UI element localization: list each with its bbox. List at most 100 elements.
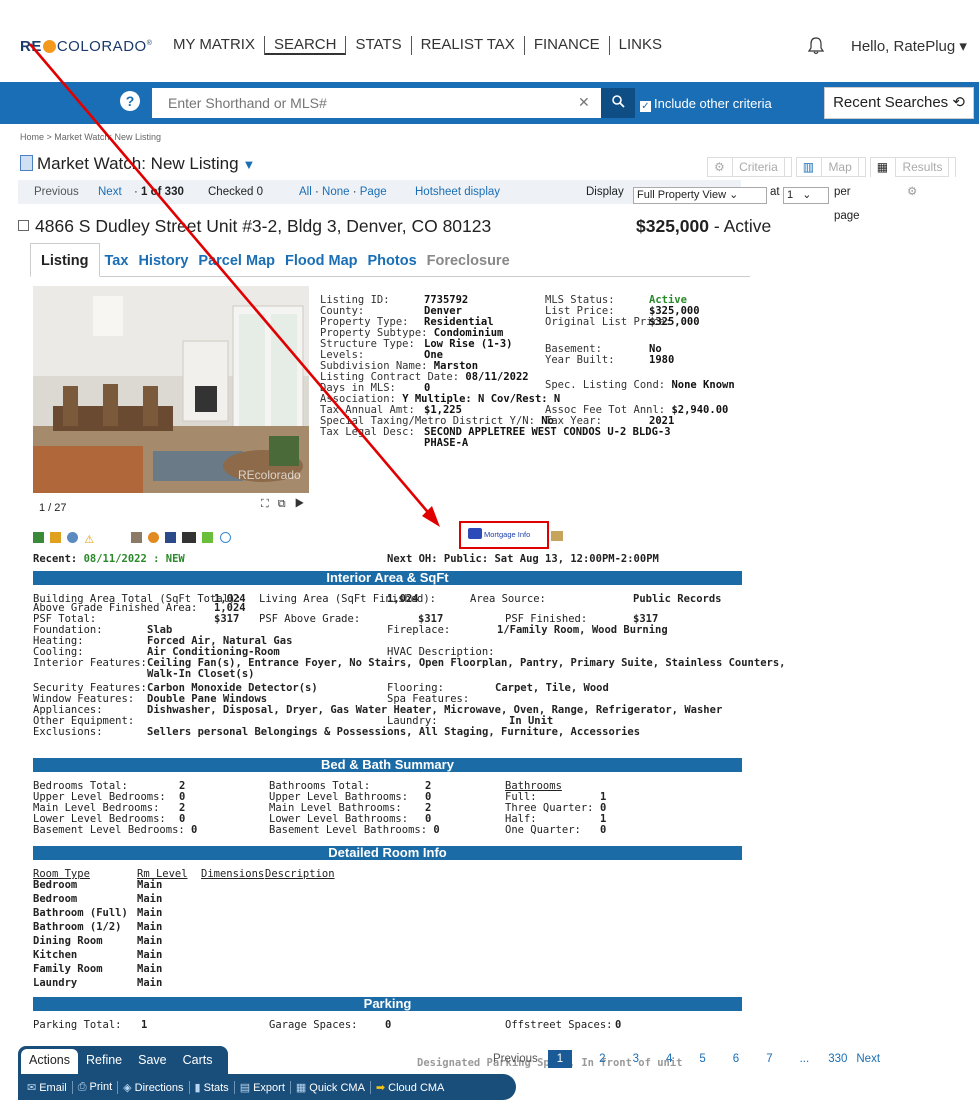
tab-save[interactable]: Save [130,1046,175,1074]
tab-carts[interactable]: Carts [175,1046,221,1074]
document-tool-icon[interactable] [50,532,62,543]
select-page-link[interactable]: Page [360,186,387,198]
search-bar: ? ✕ ✓Include other criteria Recent Searc… [0,82,979,124]
export-icon: ▤ [239,1081,251,1094]
bottom-pager: Previous 1 2 3 4 5 6 7 ... 330 Next [493,1050,893,1068]
directions-button[interactable]: ◈ Directions [118,1080,190,1094]
next-photo-icon[interactable]: ▶ [295,498,314,510]
print-button[interactable]: ⎙ Print [73,1080,119,1094]
listing-checkbox[interactable] [18,220,29,231]
smiley-icon[interactable] [219,532,231,543]
leaf-icon[interactable] [202,532,214,543]
next-link[interactable]: Next [98,180,122,204]
tab-history[interactable]: History [133,243,193,277]
stats-icon: ▮ [194,1081,201,1094]
select-all-link[interactable]: All [299,186,312,198]
recolorado-logo[interactable]: RE COLORADO® [20,38,152,55]
user-menu[interactable]: Hello, RatePlug ▾ [851,37,967,55]
tab-photos[interactable]: Photos [363,243,422,277]
pager-page-7[interactable]: 7 [766,1053,772,1065]
photo-counter: 1 / 27 [39,502,67,514]
menu-search[interactable]: SEARCH [264,36,347,55]
extra-tool-icon[interactable] [551,531,563,541]
recent-searches-button[interactable]: Recent Searches ⟲ [824,87,974,119]
include-other-criteria[interactable]: ✓ Include other criteria [640,96,772,112]
search-button[interactable] [601,88,635,118]
cma-icon[interactable] [182,532,197,543]
arrow-right-icon: ➡ [375,1081,386,1094]
display-label: Display [586,186,624,198]
at-label: at [770,186,780,198]
pager-previous[interactable]: Previous [493,1053,538,1065]
mortgage-icon [468,528,482,539]
menu-my-matrix[interactable]: MY MATRIX [164,36,265,55]
action-buttons: ✉ Email ⎙ Print ◈ Directions ▮ Stats ▤ Export… [18,1074,516,1100]
print-icon: ⎙ [77,1080,87,1093]
photo-tool-icon[interactable] [33,532,44,543]
checked-count: Checked 0 [208,186,263,198]
qr-icon[interactable] [165,532,177,543]
expand-icon[interactable]: ⛶ [261,498,278,510]
tab-results[interactable]: ▦ Results [869,157,957,177]
tab-listing[interactable]: Listing [30,243,100,277]
mortgage-info-button[interactable]: Mortgage Info [459,521,549,549]
view-tabs: ⚙ Criteria ▥ Map ▦ Results [703,157,957,177]
pager-page-last[interactable]: 330 [828,1053,847,1065]
settings-icon[interactable]: ⚙ [907,180,917,204]
photo-navigation: 1 / 27 ⛶⧉▶ [33,494,309,516]
cloud-cma-button[interactable]: ➡ Cloud CMA [371,1081,449,1094]
include-checkbox[interactable]: ✓ [640,101,651,112]
pager-page-4[interactable]: 4 [666,1053,672,1065]
pager-page-1[interactable]: 1 [547,1050,573,1068]
menu-realist-tax[interactable]: REALIST TAX [412,36,525,55]
globe-icon[interactable] [67,532,79,543]
listing-photo[interactable]: REcolorado [33,286,309,493]
pager-ellipsis: ... [799,1053,810,1065]
bell-icon[interactable] [807,37,825,60]
hotsheet-link[interactable]: Hotsheet display [415,180,500,204]
clear-icon[interactable]: ✕ [578,94,590,111]
previous-link[interactable]: Previous [34,180,79,204]
section-interior-header: Interior Area & SqFt [33,571,742,585]
listing-price: $325,000 - Active [636,216,772,236]
search-input[interactable] [152,88,601,118]
tab-refine[interactable]: Refine [78,1046,130,1074]
tab-parcel-map[interactable]: Parcel Map [193,243,280,277]
share-icon[interactable] [148,532,160,543]
help-icon[interactable]: ? [120,91,140,111]
breadcrumb[interactable]: Home > Market Watch: New Listing [20,132,161,142]
pager-page-2[interactable]: 2 [599,1053,605,1065]
menu-links[interactable]: LINKS [610,36,671,55]
menu-finance[interactable]: FINANCE [525,36,610,55]
tab-tax[interactable]: Tax [100,243,134,277]
page-title: Market Watch: New Listing ▼ [20,154,255,174]
logo-sun-icon [42,40,56,53]
per-page-select[interactable]: 1 ⌄ [783,183,829,207]
recent-status: Recent: 08/11/2022 : NEW [33,553,185,565]
quick-cma-button[interactable]: ▦ Quick CMA [291,1080,371,1094]
title-dropdown-icon[interactable]: ▼ [243,157,256,172]
export-button[interactable]: ▤ Export [235,1080,291,1094]
pager-page-3[interactable]: 3 [633,1053,639,1065]
popout-icon[interactable]: ⧉ [278,498,295,510]
pager-page-5[interactable]: 5 [699,1053,705,1065]
pager-page-6[interactable]: 6 [733,1053,739,1065]
actions-tabs: Actions Refine Save Carts [18,1046,228,1074]
photo-watermark: REcolorado [238,468,301,482]
tab-map[interactable]: ▥ Map [795,157,866,177]
display-select[interactable]: Full Property View ⌄ [633,183,767,207]
tab-criteria[interactable]: ⚙ Criteria [707,157,792,177]
email-button[interactable]: ✉ Email [22,1080,73,1094]
menu-stats[interactable]: STATS [346,36,412,55]
listing-tools: ⚠ [33,532,234,546]
pager-next[interactable]: Next [856,1053,880,1065]
section-bedbath-header: Bed & Bath Summary [33,758,742,772]
quick-cma-icon: ▦ [295,1081,307,1094]
stats-button[interactable]: ▮ Stats [190,1080,235,1094]
select-none-link[interactable]: None [322,186,350,198]
tab-foreclosure[interactable]: Foreclosure [422,243,515,277]
warning-icon[interactable]: ⚠ [84,533,94,546]
tab-flood-map[interactable]: Flood Map [280,243,363,277]
bank-icon[interactable] [131,532,143,543]
tab-actions[interactable]: Actions [21,1049,78,1074]
